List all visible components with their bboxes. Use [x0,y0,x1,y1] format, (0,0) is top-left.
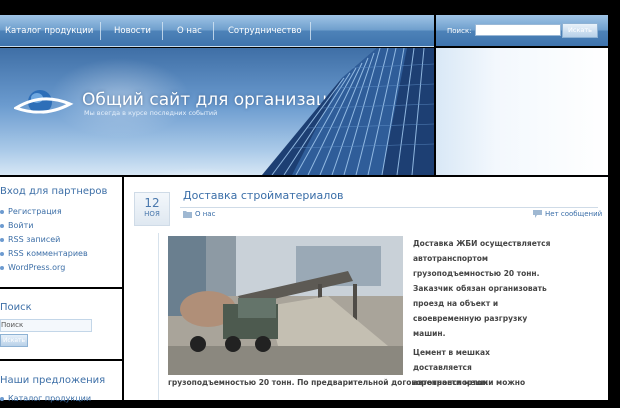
nav-item-catalog[interactable]: Каталог продукции [5,26,93,36]
offers-list: Каталог продукции [0,394,91,408]
sidebar: Вход для партнеров Регистрация Войти RSS… [0,177,122,403]
concrete-plant-photo [168,236,403,375]
sidebar-item-wordpress[interactable]: WordPress.org [0,263,88,277]
header-right-panel [436,48,608,175]
sidebar-search-input[interactable]: Поиск [0,319,92,332]
nav-separator [213,22,214,40]
sidebar-item-register[interactable]: Регистрация [0,207,88,221]
bullet-icon [0,210,4,214]
site-tagline: Мы всегда в курсе последних событий [84,109,218,117]
post-paragraph-1: Доставка ЖБИ осуществляется автотранспор… [413,239,551,338]
main-content: 12 НОЯ Доставка стройматериалов О нас Не… [124,177,608,400]
nav-separator [100,22,101,40]
search-label: Поиск: [447,27,472,35]
bullet-icon [0,397,4,401]
post-date-day: 12 [144,196,160,210]
nav-item-news[interactable]: Новости [114,26,151,36]
sidebar-item-rss-comments[interactable]: RSS комментариев [0,249,88,263]
post-comments-link[interactable]: Нет сообщений [545,210,602,218]
skyscraper-image [262,48,434,175]
partners-widget: Вход для партнеров Регистрация Войти RSS… [0,177,122,287]
top-search-bar: Поиск: Искать [436,15,608,46]
folder-icon [183,211,192,218]
nav-item-cooperation[interactable]: Сотрудничество [228,26,302,36]
search-widget: Поиск Поиск Искать [0,289,122,359]
top-search-input[interactable] [475,24,561,36]
nav-separator [162,22,163,40]
nav-separator [310,22,311,40]
divider [158,233,159,400]
sidebar-item-login[interactable]: Войти [0,221,88,235]
top-search-button[interactable]: Искать [562,23,598,38]
partners-widget-title: Вход для партнеров [0,186,108,197]
bullet-icon [0,238,4,242]
globe-logo-icon [14,90,74,114]
nav-item-about[interactable]: О нас [177,26,202,36]
bullet-icon [0,252,4,256]
sidebar-search-button[interactable]: Искать [0,334,28,347]
divider [180,207,598,208]
sidebar-item-rss-posts[interactable]: RSS записей [0,235,88,249]
site-header-banner: Общий сайт для организаций Мы всегда в к… [0,48,434,175]
main-nav-bar: Каталог продукции Новости О нас Сотрудни… [0,15,434,47]
post-paragraph-3: грузоподъемностью 20 тонн. По предварите… [168,378,526,387]
post-date-month: НОЯ [144,210,160,218]
offers-widget: Наши предложения Каталог продукции [0,361,122,403]
search-widget-title: Поиск [0,302,32,313]
bullet-icon [0,266,4,270]
offers-widget-title: Наши предложения [0,375,106,386]
post-title[interactable]: Доставка стройматериалов [183,189,344,202]
post-date-badge: 12 НОЯ [134,192,170,226]
sidebar-item-catalog[interactable]: Каталог продукции [0,394,91,408]
post-category-link[interactable]: О нас [195,210,215,218]
partners-list: Регистрация Войти RSS записей RSS коммен… [0,207,88,277]
bullet-icon [0,224,4,228]
comment-icon [533,210,542,218]
